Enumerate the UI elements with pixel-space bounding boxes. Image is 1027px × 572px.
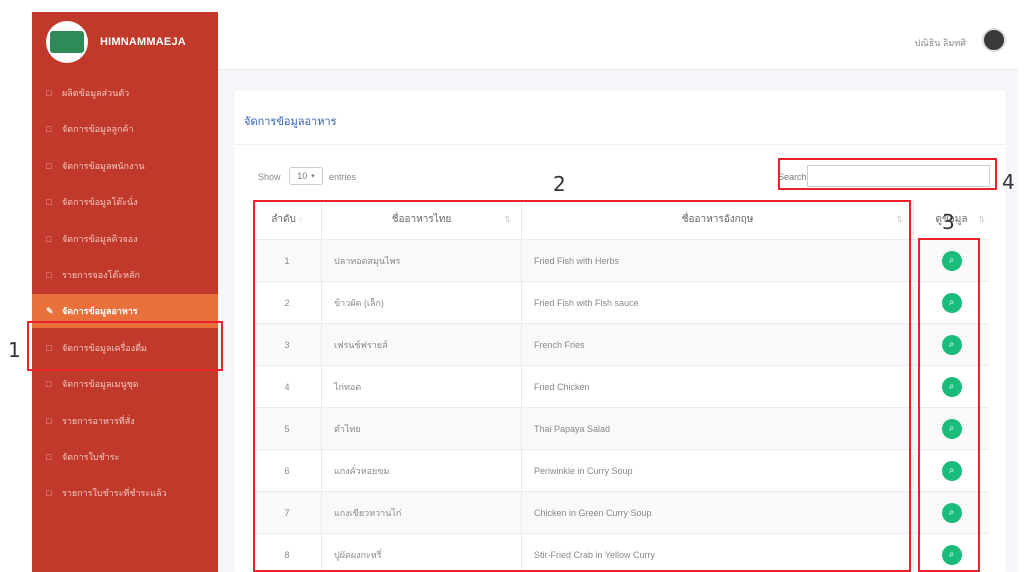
brand-name: HIMNAMMAEJA	[100, 36, 186, 48]
sidebar-item[interactable]: □ จัดการข้อมูลโต๊ะนั่ง	[32, 185, 218, 219]
top-header: ปณิธิน ลิมทศิ	[218, 12, 1018, 70]
annotation-box	[253, 200, 911, 572]
card-divider	[234, 144, 1006, 145]
entries-label: entries	[329, 172, 357, 182]
user-name[interactable]: ปณิธิน ลิมทศิ	[915, 36, 966, 50]
sidebar-item-label: จัดการข้อมูลคิวจอง	[62, 234, 138, 244]
annotation-number: 4	[1002, 170, 1015, 194]
list-icon: □	[46, 270, 52, 280]
sort-icon: ⇅	[978, 215, 985, 224]
user-avatar[interactable]	[982, 28, 1006, 52]
table-icon: □	[46, 197, 52, 207]
sidebar-item-label: จัดการข้อมูลอาหาร	[62, 306, 138, 316]
sidebar: HIMNAMMAEJA □ ผลิตข้อมูลส่วนตัว □ จัดการข้อ…	[32, 12, 218, 572]
sidebar-item-label: รายการจองโต๊ะหลัก	[62, 270, 140, 280]
sidebar-item-label: จัดการใบชำระ	[62, 452, 120, 462]
sidebar-item-label: จัดการข้อมูลเมนูชุด	[62, 379, 139, 389]
sidebar-item[interactable]: □ จัดการข้อมูลพนักงาน	[32, 149, 218, 183]
annotation-number: 1	[8, 338, 21, 362]
sidebar-item-label: จัดการข้อมูลพนักงาน	[62, 161, 145, 171]
sidebar-item[interactable]: □ จัดการข้อมูลเมนูชุด	[32, 367, 218, 401]
annotation-box	[918, 238, 980, 572]
sidebar-item-label: ผลิตข้อมูลส่วนตัว	[62, 88, 130, 98]
user-icon: □	[46, 88, 52, 98]
sidebar-item[interactable]: □ ผลิตข้อมูลส่วนตัว	[32, 76, 218, 110]
receipt-icon: □	[46, 452, 52, 462]
sidebar-item-label: จัดการข้อมูลลูกค้า	[62, 124, 134, 134]
brand-logo	[46, 21, 88, 63]
sidebar-item[interactable]: □ จัดการใบชำระ	[32, 440, 218, 474]
menu-icon: □	[46, 379, 52, 389]
users-icon: □	[46, 124, 52, 134]
annotation-box	[27, 321, 223, 371]
sidebar-item[interactable]: □ รายการใบชำระที่ชำระแล้ว	[32, 476, 218, 510]
page-length-select[interactable]: 10 ▾	[289, 167, 323, 185]
page-length-value: 10	[297, 171, 308, 181]
sidebar-item-label: รายการอาหารที่สั่ง	[62, 416, 135, 426]
calendar-icon: □	[46, 234, 52, 244]
id-card-icon: □	[46, 161, 52, 171]
sidebar-item[interactable]: □ จัดการข้อมูลลูกค้า	[32, 112, 218, 146]
sidebar-item[interactable]: □ จัดการข้อมูลคิวจอง	[32, 222, 218, 256]
sidebar-item[interactable]: □ รายการอาหารที่สั่ง	[32, 404, 218, 438]
paid-icon: □	[46, 488, 52, 498]
brand[interactable]: HIMNAMMAEJA	[32, 12, 218, 72]
app-window: HIMNAMMAEJA □ ผลิตข้อมูลส่วนตัว □ จัดการข้อ…	[0, 0, 1027, 572]
annotation-number: 2	[553, 172, 566, 196]
page-title: จัดการข้อมูลอาหาร	[244, 116, 337, 128]
show-label: Show	[258, 172, 281, 182]
food-icon: ✎	[46, 305, 54, 316]
annotation-number: 3	[942, 210, 955, 234]
sidebar-item-label: รายการใบชำระที่ชำระแล้ว	[62, 488, 167, 498]
chevron-down-icon: ▾	[311, 173, 315, 180]
annotation-box	[778, 158, 997, 190]
sidebar-item-label: จัดการข้อมูลโต๊ะนั่ง	[62, 197, 138, 207]
sidebar-item[interactable]: □ รายการจองโต๊ะหลัก	[32, 258, 218, 292]
order-icon: □	[46, 416, 52, 426]
